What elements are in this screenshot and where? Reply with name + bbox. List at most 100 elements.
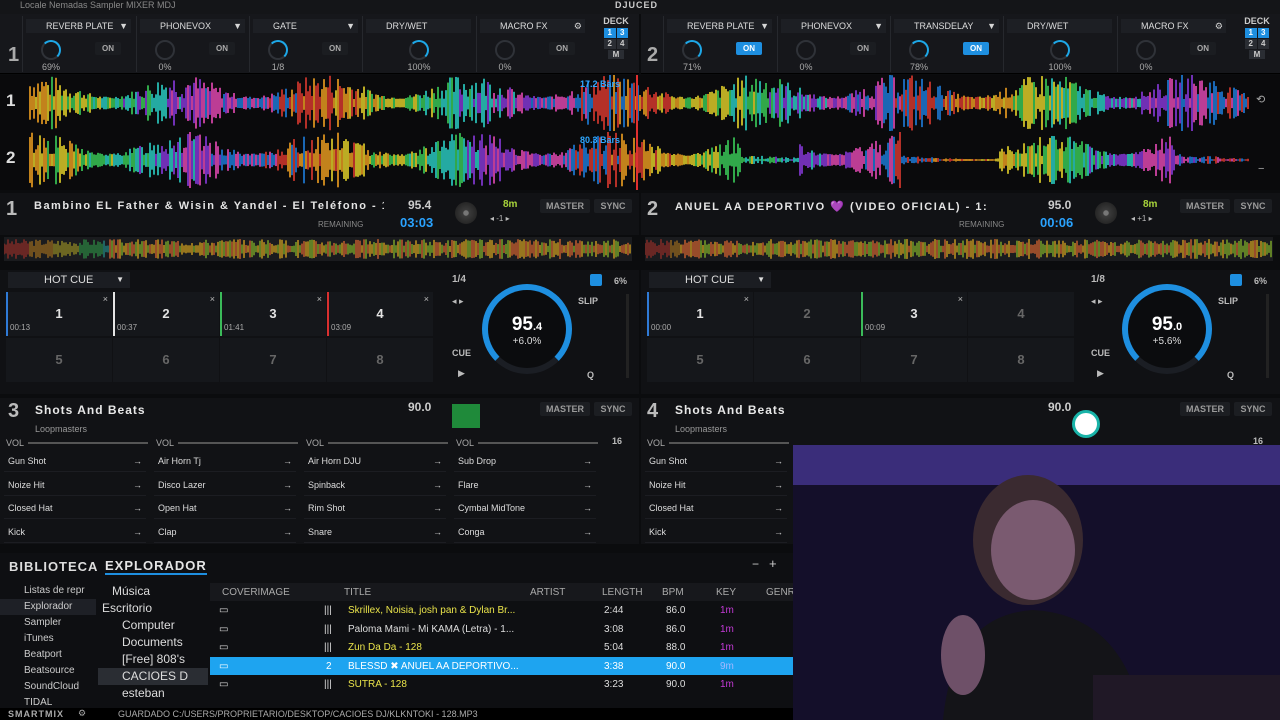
loop-size[interactable]: 1/4 xyxy=(452,274,466,285)
source-item[interactable]: Sampler xyxy=(0,615,96,631)
fx-on-button[interactable]: ON xyxy=(1190,42,1216,55)
waveform-sync-icon[interactable]: ⟲ xyxy=(1256,93,1265,106)
loop-size[interactable]: 1/8 xyxy=(1091,274,1105,285)
hotcue-mode-select[interactable]: HOT CUE ▼ xyxy=(8,272,130,288)
sample-slot[interactable]: Clap → xyxy=(154,521,296,543)
volume-slider[interactable] xyxy=(178,442,298,444)
master-button[interactable]: MASTER xyxy=(1180,199,1230,213)
deck-grid-cell[interactable]: 1 xyxy=(1245,28,1257,38)
sample-slot[interactable]: Spinback → xyxy=(304,474,446,496)
sample-slot[interactable]: Air Horn Tj → xyxy=(154,450,296,472)
fx-on-button[interactable]: ON xyxy=(209,42,235,55)
folder-item[interactable]: [Free] 808's xyxy=(98,651,208,668)
fx-knob[interactable] xyxy=(909,40,929,60)
arrow-icon[interactable]: → xyxy=(433,521,442,543)
hotcue-pad[interactable]: 1 00:00 × xyxy=(647,292,753,336)
hotcue-pad[interactable]: 3 01:41 × xyxy=(220,292,326,336)
sample-slot[interactable]: Flare → xyxy=(454,474,596,496)
deck-m-button[interactable]: M xyxy=(608,50,624,59)
sample-slot[interactable]: Closed Hat → xyxy=(4,497,146,519)
table-row[interactable]: ▭ ||| SUTRA - 128 3:23 90.0 1m xyxy=(210,675,793,694)
chevron-down-icon[interactable]: ▼ xyxy=(346,21,355,31)
fx-knob[interactable] xyxy=(155,40,175,60)
pitch-lock-icon[interactable] xyxy=(1230,274,1242,286)
sample-slot[interactable]: Sub Drop → xyxy=(454,450,596,472)
fx-slot-name[interactable]: MACRO FX xyxy=(480,19,585,33)
source-item[interactable]: Beatsource xyxy=(0,663,96,679)
arrow-icon[interactable]: → xyxy=(774,497,783,519)
tab-biblioteca[interactable]: BIBLIOTECA xyxy=(9,559,98,574)
chevron-down-icon[interactable]: ▼ xyxy=(119,21,128,31)
arrow-icon[interactable]: → xyxy=(774,450,783,472)
jog-wheel[interactable]: 95.0 +5.6% xyxy=(1122,284,1212,374)
sample-slot[interactable]: Open Hat → xyxy=(154,497,296,519)
column-header[interactable]: LENGTH xyxy=(602,587,643,598)
arrow-icon[interactable]: → xyxy=(133,450,142,472)
source-item[interactable]: Beatport xyxy=(0,647,96,663)
hotcue-pad[interactable]: 4 03:09 × xyxy=(327,292,433,336)
fx-knob[interactable] xyxy=(495,40,515,60)
master-button[interactable]: MASTER xyxy=(1180,402,1230,416)
arrow-icon[interactable]: → xyxy=(583,497,592,519)
sample-slot[interactable]: Disco Lazer → xyxy=(154,474,296,496)
arrow-icon[interactable]: → xyxy=(774,474,783,496)
chevron-down-icon[interactable]: ▼ xyxy=(987,21,996,31)
fx-slot-name[interactable]: GATE xyxy=(253,19,358,33)
chevron-down-icon[interactable]: ▼ xyxy=(874,21,883,31)
source-item[interactable]: Listas de repr xyxy=(0,583,96,599)
sample-slot[interactable]: Noize Hit → xyxy=(645,474,787,496)
sync-button[interactable]: SYNC xyxy=(1234,199,1272,213)
fx-knob[interactable] xyxy=(268,40,288,60)
sampler-page[interactable]: 16 xyxy=(612,436,622,446)
pitch-range[interactable]: 6% xyxy=(1254,276,1267,286)
fx-knob[interactable] xyxy=(796,40,816,60)
fx-slot-name[interactable]: PHONEVOX xyxy=(781,19,886,33)
delete-cue-icon[interactable]: × xyxy=(317,294,322,304)
arrow-icon[interactable]: → xyxy=(133,497,142,519)
arrow-icon[interactable]: → xyxy=(433,474,442,496)
chevron-down-icon[interactable]: ▼ xyxy=(233,21,242,31)
overlay-app-icon[interactable] xyxy=(1072,410,1100,438)
hotcue-pad[interactable]: 5 xyxy=(647,338,753,382)
arrow-icon[interactable]: → xyxy=(433,450,442,472)
fx-on-button[interactable]: ON xyxy=(549,42,575,55)
slip-button[interactable]: SLIP xyxy=(578,296,598,306)
key-shift-control[interactable]: ◂ +1 ▸ xyxy=(1131,214,1153,223)
master-button[interactable]: MASTER xyxy=(540,402,590,416)
hotcue-pad[interactable]: 6 xyxy=(113,338,219,382)
volume-slider[interactable] xyxy=(478,442,598,444)
arrow-icon[interactable]: → xyxy=(583,450,592,472)
hotcue-pad[interactable]: 7 xyxy=(861,338,967,382)
source-item[interactable]: Explorador xyxy=(0,599,96,615)
arrow-icon[interactable]: → xyxy=(133,474,142,496)
arrow-icon[interactable]: → xyxy=(774,521,783,543)
arrow-icon[interactable]: → xyxy=(583,521,592,543)
column-header[interactable]: GENR xyxy=(766,587,795,598)
hotcue-pad[interactable]: 5 xyxy=(6,338,112,382)
quantize-button[interactable]: Q xyxy=(1227,370,1234,380)
loop-arrows[interactable]: ◂ ▸ xyxy=(1091,296,1103,307)
column-header[interactable]: KEY xyxy=(716,587,736,598)
fx-on-button[interactable]: ON xyxy=(850,42,876,55)
table-row[interactable]: ▭ ||| Paloma Mami - Mi KAMA (Letra) - 1...… xyxy=(210,620,793,639)
chevron-down-icon[interactable]: ▼ xyxy=(760,21,769,31)
play-button[interactable]: ▶ xyxy=(1097,368,1104,379)
column-header[interactable]: COVERIMAGE xyxy=(222,587,290,598)
fx-slot-name[interactable]: PHONEVOX xyxy=(140,19,245,33)
track-overview[interactable] xyxy=(3,237,632,261)
arrow-icon[interactable]: → xyxy=(283,497,292,519)
column-header[interactable]: ARTIST xyxy=(530,587,565,598)
deck-grid-cell[interactable]: 2 xyxy=(604,39,616,49)
sample-slot[interactable]: Noize Hit → xyxy=(4,474,146,496)
hotcue-pad[interactable]: 7 xyxy=(220,338,326,382)
source-item[interactable]: iTunes xyxy=(0,631,96,647)
deck-grid-cell[interactable]: 4 xyxy=(616,39,628,49)
arrow-icon[interactable]: → xyxy=(283,474,292,496)
hotcue-mode-select[interactable]: HOT CUE ▼ xyxy=(649,272,771,288)
fx-slot-name[interactable]: MACRO FX xyxy=(1121,19,1226,33)
delete-cue-icon[interactable]: × xyxy=(958,294,963,304)
settings-icon[interactable]: ⚙ xyxy=(78,708,86,719)
fx-knob[interactable] xyxy=(682,40,702,60)
fx-slot-name[interactable]: TRANSDELAY xyxy=(894,19,999,33)
vinyl-icon[interactable] xyxy=(1095,202,1117,224)
